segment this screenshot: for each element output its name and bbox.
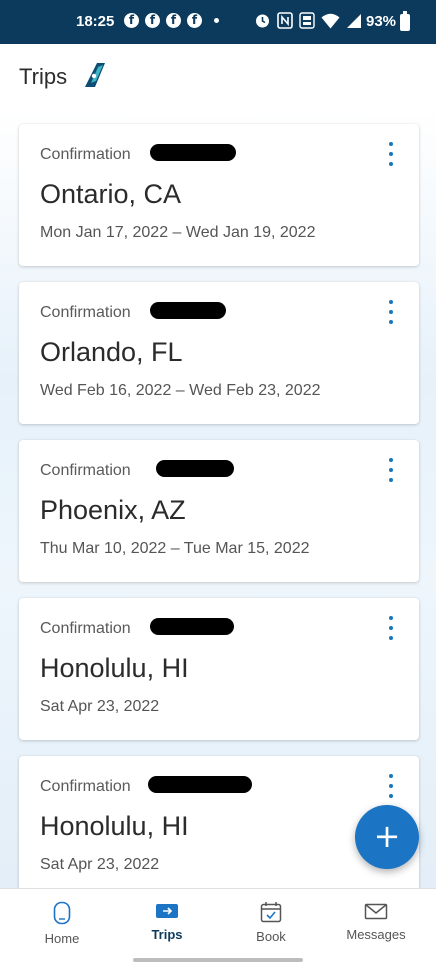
trip-card[interactable]: Confirmation Orlando, FL Wed Feb 16, 202…: [19, 282, 419, 424]
trip-card[interactable]: Confirmation Ontario, CA Mon Jan 17, 202…: [19, 124, 419, 266]
trip-dates: Thu Mar 10, 2022 – Tue Mar 15, 2022: [40, 540, 310, 557]
page-title: Trips: [19, 64, 68, 89]
trip-dates: Mon Jan 17, 2022 – Wed Jan 19, 2022: [40, 224, 316, 241]
gesture-bar[interactable]: [133, 958, 303, 962]
battery-icon: [400, 11, 410, 31]
facebook-icon: f: [145, 13, 160, 28]
trip-destination: Orlando, FL: [40, 337, 183, 367]
trip-destination: Honolulu, HI: [40, 811, 189, 841]
confirmation-label: Confirmation: [40, 778, 131, 795]
add-trip-button[interactable]: +: [355, 805, 419, 869]
confirmation-label: Confirmation: [40, 304, 131, 321]
nfc-icon: [277, 12, 293, 29]
redacted-confirmation-code: [150, 302, 226, 319]
vowifi-icon: [299, 12, 315, 29]
confirmation-label: Confirmation: [40, 146, 131, 163]
more-options-icon[interactable]: [383, 616, 399, 640]
more-options-icon[interactable]: [383, 142, 399, 166]
trips-list[interactable]: Confirmation Ontario, CA Mon Jan 17, 202…: [0, 108, 436, 888]
home-icon: [53, 901, 71, 925]
trip-dates: Wed Feb 16, 2022 – Wed Feb 23, 2022: [40, 382, 321, 399]
nav-messages[interactable]: Messages: [331, 901, 421, 942]
envelope-icon: [364, 903, 388, 920]
wifi-icon: [321, 13, 340, 28]
bottom-nav: Home Trips Book Messages: [0, 888, 436, 965]
nav-trips[interactable]: Trips: [122, 901, 212, 942]
more-options-icon[interactable]: [383, 774, 399, 798]
redacted-confirmation-code: [150, 144, 236, 161]
nav-label: Book: [256, 929, 286, 944]
system-icons: [254, 12, 362, 29]
nav-label: Messages: [346, 927, 406, 942]
more-options-icon[interactable]: [383, 300, 399, 324]
boarding-pass-icon: [156, 904, 178, 918]
confirmation-label: Confirmation: [40, 620, 131, 637]
nav-label: Home: [44, 931, 80, 946]
nav-home[interactable]: Home: [17, 901, 107, 946]
trip-card[interactable]: Confirmation Phoenix, AZ Thu Mar 10, 202…: [19, 440, 419, 582]
facebook-icon: f: [187, 13, 202, 28]
trip-destination: Phoenix, AZ: [40, 495, 186, 525]
confirmation-label: Confirmation: [40, 462, 131, 479]
redacted-confirmation-code: [156, 460, 234, 477]
alarm-icon: [256, 14, 269, 28]
battery-percent: 93%: [366, 13, 397, 30]
facebook-icon: f: [166, 13, 181, 28]
trip-dates: Sat Apr 23, 2022: [40, 698, 160, 715]
trip-destination: Honolulu, HI: [40, 653, 189, 683]
calendar-check-icon: [260, 902, 282, 923]
airplane-tail-icon: [85, 63, 105, 87]
facebook-icon: f: [124, 13, 139, 28]
trip-destination: Ontario, CA: [40, 179, 182, 209]
nav-book[interactable]: Book: [226, 901, 316, 944]
redacted-confirmation-code: [148, 776, 252, 793]
trip-dates: Sat Apr 23, 2022: [40, 856, 160, 873]
redacted-confirmation-code: [150, 618, 234, 635]
page-header: Trips: [0, 44, 436, 108]
more-options-icon[interactable]: [383, 458, 399, 482]
trip-card[interactable]: Confirmation Honolulu, HI Sat Apr 23, 20…: [19, 598, 419, 740]
status-time: 18:25: [76, 13, 115, 30]
notification-icons: f f f f: [124, 13, 219, 28]
status-bar: 18:25 f f f f 93%: [0, 0, 436, 44]
signal-icon: [347, 13, 361, 28]
nav-label: Trips: [151, 927, 183, 942]
more-notifications-dot: [214, 18, 219, 23]
